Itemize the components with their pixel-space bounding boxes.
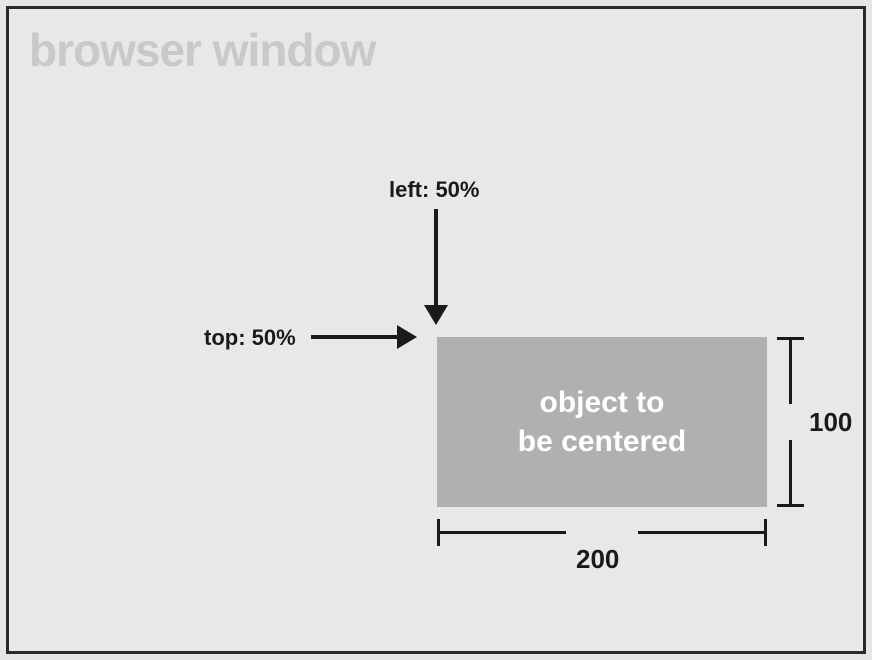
dimension-height-tick-bottom [777, 504, 804, 507]
dimension-width-tick-right [764, 519, 767, 546]
label-top-position: top: 50% [204, 325, 296, 351]
dimension-height-label-bg [784, 404, 798, 440]
label-left-position: left: 50% [389, 177, 479, 203]
centered-object-box: object to be centered [437, 337, 767, 507]
arrow-down-icon [434, 209, 438, 309]
dimension-height-label: 100 [809, 407, 852, 438]
diagram-title: browser window [29, 23, 375, 77]
arrow-right-icon [311, 335, 401, 339]
centered-object-text: object to be centered [518, 383, 686, 461]
dimension-width-label-bg [566, 519, 638, 545]
browser-window-frame: browser window left: 50% top: 50% object… [6, 6, 866, 654]
dimension-width-label: 200 [576, 544, 619, 575]
